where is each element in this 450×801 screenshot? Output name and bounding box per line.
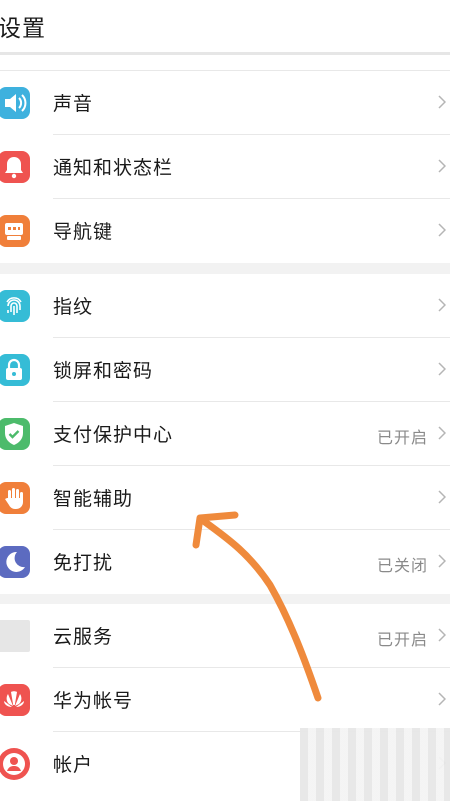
hand-icon xyxy=(0,482,30,514)
pixelated-watermark xyxy=(300,728,450,801)
speaker-icon xyxy=(0,87,30,119)
chevron-right-icon xyxy=(438,298,446,312)
settings-item-lock-screen[interactable]: 锁屏和密码 xyxy=(0,338,450,402)
status-text: 已关闭 xyxy=(376,556,428,575)
settings-item-do-not-disturb[interactable]: 免打扰 已关闭 xyxy=(0,530,450,594)
account-icon xyxy=(0,748,30,780)
settings-item-label: 支付保护中心 xyxy=(53,424,174,446)
cloud-service-icon xyxy=(0,620,30,652)
settings-item-label: 华为帐号 xyxy=(53,690,134,712)
settings-item-label: 锁屏和密码 xyxy=(53,360,154,382)
settings-item-label: 通知和状态栏 xyxy=(53,157,174,179)
navigation-key-icon xyxy=(0,215,30,247)
status-text: 已开启 xyxy=(376,428,428,447)
settings-item-huawei-account[interactable]: 华为帐号 xyxy=(0,668,450,732)
shield-check-icon xyxy=(0,418,30,450)
chevron-right-icon xyxy=(438,554,446,568)
settings-item-payment-protection[interactable]: 支付保护中心 已开启 xyxy=(0,402,450,466)
bell-icon xyxy=(0,151,30,183)
settings-item-sound[interactable]: 声音 xyxy=(0,71,450,135)
lock-icon xyxy=(0,354,30,386)
settings-group-2: 指纹 锁屏和密码 支付保护中心 已开启 智能辅助 免打扰 已关闭 xyxy=(0,274,450,594)
chevron-right-icon xyxy=(438,159,446,173)
moon-icon xyxy=(0,546,30,578)
chevron-right-icon xyxy=(438,95,446,109)
chevron-right-icon xyxy=(438,628,446,642)
settings-item-label: 帐户 xyxy=(53,754,94,776)
settings-item-notifications[interactable]: 通知和状态栏 xyxy=(0,135,450,199)
chevron-right-icon xyxy=(438,223,446,237)
settings-item-label: 导航键 xyxy=(53,221,114,243)
scrolled-item-edge xyxy=(0,55,450,71)
settings-item-label: 云服务 xyxy=(53,626,114,648)
settings-item-navigation-keys[interactable]: 导航键 xyxy=(0,199,450,263)
chevron-right-icon xyxy=(438,426,446,440)
settings-item-smart-assist[interactable]: 智能辅助 xyxy=(0,466,450,530)
chevron-right-icon xyxy=(438,692,446,706)
chevron-right-icon xyxy=(438,490,446,504)
settings-item-cloud-service[interactable]: 云服务 已开启 xyxy=(0,604,450,668)
settings-item-label: 指纹 xyxy=(53,296,94,318)
fingerprint-icon xyxy=(0,290,30,322)
chevron-right-icon xyxy=(438,362,446,376)
huawei-logo-icon xyxy=(0,684,30,716)
header-bar: 设置 xyxy=(0,0,450,55)
settings-group-1: 声音 通知和状态栏 导航键 xyxy=(0,71,450,263)
settings-item-label: 智能辅助 xyxy=(53,488,134,510)
settings-item-label: 免打扰 xyxy=(53,552,114,574)
status-text: 已开启 xyxy=(376,630,428,649)
settings-item-label: 声音 xyxy=(53,93,94,115)
settings-item-fingerprint[interactable]: 指纹 xyxy=(0,274,450,338)
page-title: 设置 xyxy=(0,16,46,42)
